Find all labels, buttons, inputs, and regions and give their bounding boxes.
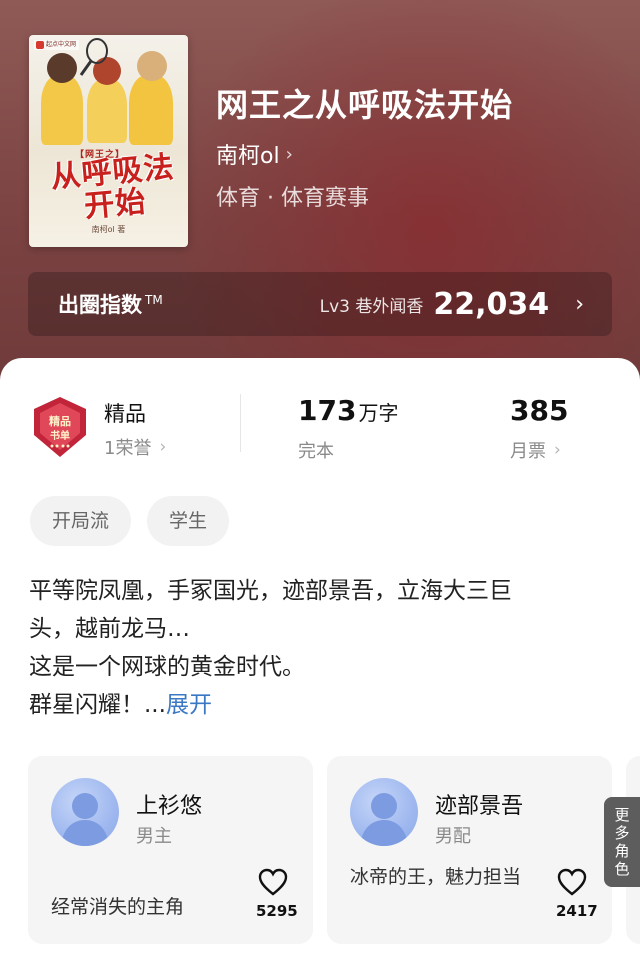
- like-count: 2417: [556, 902, 598, 920]
- book-cover[interactable]: 起点中文网 【网王之】 从呼吸法开始 南柯ol 著: [29, 35, 188, 247]
- heart-icon[interactable]: [557, 868, 587, 896]
- avatar: [51, 778, 119, 846]
- tennis-racket-icon: [79, 38, 108, 76]
- cover-title: 从呼吸法开始: [49, 149, 176, 225]
- cover-figure-head: [137, 51, 167, 81]
- description-line: 这是一个网球的黄金时代。: [29, 654, 305, 680]
- svg-text:书单: 书单: [50, 429, 70, 442]
- description-line: 群星闪耀！...展开: [29, 692, 212, 718]
- monthly-tickets-link[interactable]: 月票 ›: [510, 437, 561, 463]
- character-description: 经常消失的主角: [51, 896, 185, 918]
- monthly-tickets-value: 385: [510, 394, 569, 427]
- character-name: 迹部景吾: [435, 794, 524, 819]
- tag-chip[interactable]: 学生: [147, 496, 230, 546]
- cover-figure: [129, 75, 173, 145]
- author-link[interactable]: 南柯ol ›: [216, 138, 293, 170]
- popularity-index-bar[interactable]: 出圈指数 TM Lv3 巷外闻香 22,034 ›: [28, 272, 612, 336]
- character-card[interactable]: 上衫悠 男主 经常消失的主角 5295: [28, 756, 313, 944]
- book-category[interactable]: 体育 · 体育赛事: [216, 180, 369, 212]
- avatar: [350, 778, 418, 846]
- monthly-tickets: 385: [510, 394, 568, 427]
- description-line: 平等院凤凰，手冢国光，迹部景吾，立海大三巨: [29, 578, 512, 604]
- word-count: 173 万字: [298, 394, 398, 427]
- chevron-right-icon: ›: [575, 291, 584, 317]
- index-value: 22,034: [433, 286, 550, 322]
- tag-list: 开局流 学生: [30, 496, 230, 546]
- svg-text:精品: 精品: [49, 414, 71, 428]
- person-silhouette-icon: [360, 793, 408, 846]
- character-role: 男主: [136, 826, 172, 847]
- author-name: 南柯ol: [216, 144, 280, 169]
- word-count-unit: 万字: [358, 401, 399, 425]
- like-count: 5295: [256, 902, 298, 920]
- book-description: 平等院凤凰，手冢国光，迹部景吾，立海大三巨 头，越前龙马… 这是一个网球的黄金时…: [29, 572, 614, 724]
- cover-figure: [41, 75, 83, 145]
- divider: [240, 394, 241, 452]
- monthly-tickets-label: 月票: [510, 441, 546, 462]
- chevron-right-icon: ›: [554, 440, 561, 460]
- honor-count: 1荣誉: [104, 438, 152, 459]
- completion-status: 完本: [298, 441, 334, 462]
- more-roles-button[interactable]: 更多角色: [604, 797, 640, 887]
- character-name: 上衫悠: [136, 794, 203, 819]
- trademark-mark: TM: [145, 293, 163, 307]
- more-roles-label: 更多角色: [614, 806, 630, 878]
- cover-author: 南柯ol 著: [91, 225, 126, 234]
- character-description: 冰帝的王，魅力担当: [350, 866, 522, 888]
- stats-row: 精品 书单 精品 1荣誉 › 173 万字 完本 385 月票 ›: [0, 358, 640, 468]
- book-detail-card: 精品 书单 精品 1荣誉 › 173 万字 完本 385 月票 › 开局流 学生 …: [0, 358, 640, 953]
- tag-chip[interactable]: 开局流: [30, 496, 132, 546]
- quality-title: 精品: [104, 402, 146, 426]
- expand-link[interactable]: 展开: [166, 692, 212, 718]
- description-ellipsis: ...: [144, 692, 166, 718]
- quality-medal-icon: 精品 书单: [34, 397, 86, 457]
- word-count-value: 173: [298, 394, 357, 427]
- heart-icon[interactable]: [258, 868, 288, 896]
- character-card[interactable]: 迹部景吾 男配 冰帝的王，魅力担当 2417: [327, 756, 612, 944]
- description-line: 头，越前龙马…: [29, 616, 190, 642]
- chevron-right-icon: ›: [285, 143, 293, 165]
- book-title: 网王之从呼吸法开始: [216, 86, 514, 124]
- cover-figure: [87, 79, 127, 143]
- honor-link[interactable]: 1荣誉 ›: [104, 434, 166, 460]
- person-silhouette-icon: [61, 793, 109, 846]
- index-label: 出圈指数 TM: [58, 293, 163, 317]
- index-level: Lv3 巷外闻香: [319, 296, 424, 317]
- character-role: 男配: [435, 826, 471, 847]
- book-header: 起点中文网 【网王之】 从呼吸法开始 南柯ol 著 网王之从呼吸法开始 南柯ol…: [0, 0, 640, 400]
- chevron-right-icon: ›: [159, 437, 167, 457]
